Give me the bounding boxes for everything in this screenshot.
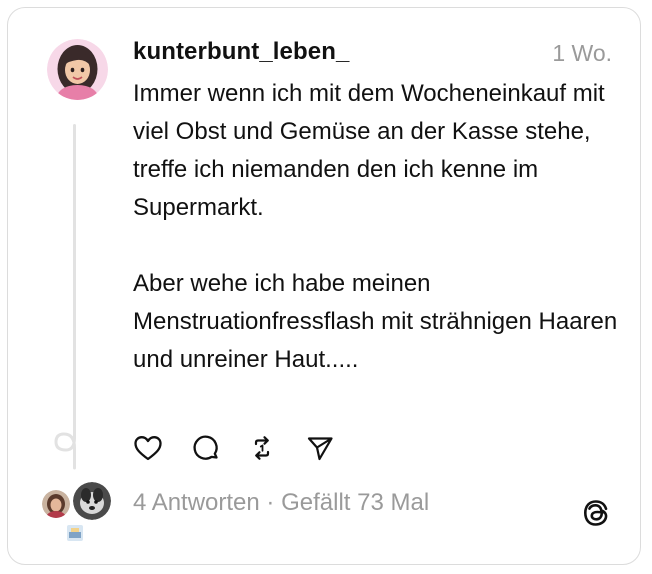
post-stats: 4 Antworten · Gefällt 73 Mal	[133, 489, 429, 517]
post-paragraph-1: Immer wenn ich mit dem Wocheneinkauf mit…	[133, 80, 605, 221]
replies-count[interactable]: 4 Antworten	[133, 489, 260, 516]
post-paragraph-2: Aber wehe ich habe meinen Menstruationfr…	[133, 270, 618, 373]
threads-logo-icon[interactable]	[580, 497, 612, 529]
thread-loop-icon	[54, 422, 76, 470]
likes-count[interactable]: Gefällt 73 Mal	[281, 489, 429, 516]
thread-line	[73, 124, 76, 434]
reply-avatar-1	[40, 488, 72, 520]
reply-avatars[interactable]	[40, 480, 114, 544]
post-text: Immer wenn ich mit dem Wocheneinkauf mit…	[133, 75, 623, 379]
repost-icon[interactable]	[247, 433, 277, 463]
stats-separator: ·	[266, 489, 275, 516]
reply-avatar-2	[71, 480, 113, 522]
share-icon[interactable]	[305, 433, 335, 463]
author-username[interactable]: kunterbunt_leben_	[133, 38, 349, 66]
heart-icon[interactable]	[133, 433, 163, 463]
author-avatar[interactable]	[47, 39, 108, 100]
post-timestamp[interactable]: 1 Wo.	[552, 40, 612, 67]
comment-icon[interactable]	[191, 433, 221, 463]
reply-avatar-3	[66, 524, 84, 542]
